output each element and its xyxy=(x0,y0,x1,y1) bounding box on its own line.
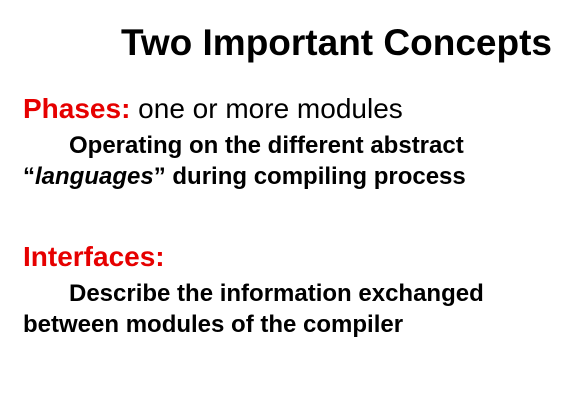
phases-open-quote: “ xyxy=(23,162,35,190)
phases-label: Phases: xyxy=(23,93,131,124)
interfaces-heading: Interfaces: xyxy=(23,240,484,274)
phases-description: Operating on the different abstract “lan… xyxy=(23,130,466,192)
interfaces-line-2: between modules of the compiler xyxy=(23,310,404,338)
interfaces-section: Interfaces: Describe the information exc… xyxy=(23,240,484,340)
phases-summary: one or more modules xyxy=(130,93,403,124)
phases-section: Phases: one or more modules Operating on… xyxy=(23,92,466,192)
phases-line-1: Operating on the different abstract xyxy=(69,131,464,159)
phases-emphasis: languages xyxy=(35,162,154,190)
phases-heading: Phases: one or more modules xyxy=(23,92,466,126)
interfaces-label: Interfaces: xyxy=(23,241,165,272)
interfaces-line-1: Describe the information exchanged xyxy=(69,279,484,307)
phases-line-2-rest: ” during compiling process xyxy=(153,162,466,190)
slide-title: Two Important Concepts xyxy=(121,22,552,63)
interfaces-description: Describe the information exchanged betwe… xyxy=(23,278,484,340)
phases-line-2: “languages” during compiling process xyxy=(23,161,466,192)
